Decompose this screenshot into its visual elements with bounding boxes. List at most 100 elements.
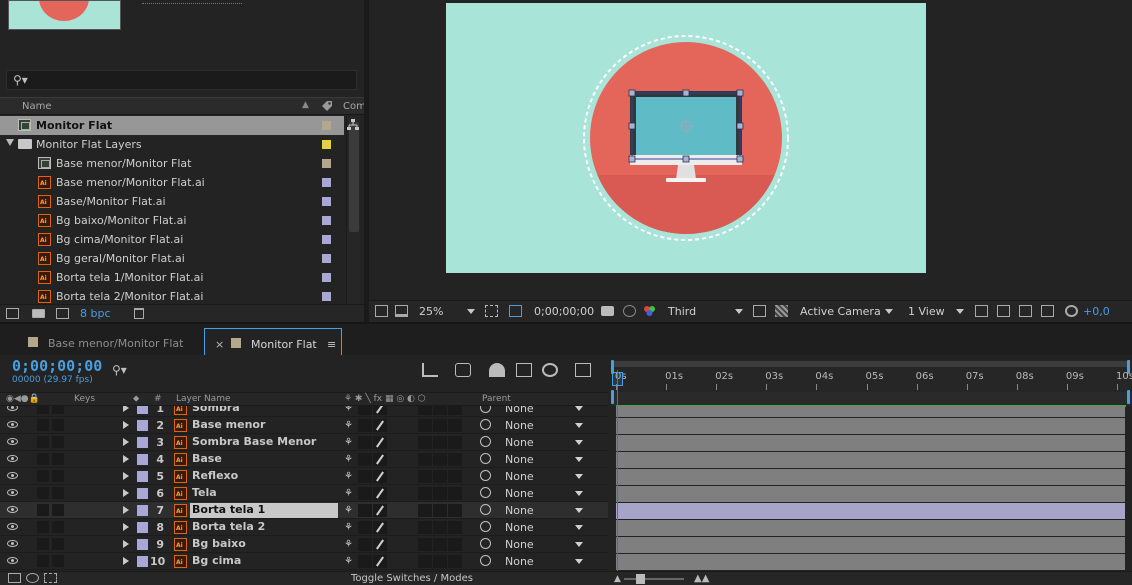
parent-select[interactable]: None — [505, 487, 534, 500]
expand-triangle-icon[interactable] — [123, 557, 129, 565]
effects-switch[interactable] — [418, 487, 432, 500]
parent-select[interactable]: None — [505, 436, 534, 449]
lock-toggle[interactable] — [52, 538, 64, 550]
layer-duration-bar[interactable] — [616, 452, 1125, 468]
label-swatch[interactable] — [322, 121, 331, 130]
collapse-switch[interactable] — [358, 406, 372, 415]
region-of-interest-icon[interactable] — [485, 305, 498, 317]
transparency-icon[interactable] — [775, 305, 788, 317]
flowchart-icon[interactable] — [346, 118, 360, 132]
close-icon[interactable]: × — [215, 338, 224, 351]
adjustment-switch[interactable] — [433, 406, 447, 415]
label-swatch[interactable] — [322, 159, 331, 168]
chevron-down-icon[interactable] — [575, 474, 583, 479]
expand-triangle-icon[interactable] — [123, 455, 129, 463]
quality-switch[interactable] — [373, 453, 387, 466]
trash-icon[interactable] — [134, 308, 144, 319]
expand-triangle-icon[interactable] — [6, 139, 14, 146]
label-swatch[interactable] — [322, 197, 331, 206]
pick-whip-icon[interactable] — [480, 487, 491, 498]
adjustment-switch[interactable] — [433, 436, 447, 449]
project-item[interactable]: Base menor/Monitor Flat.ai — [0, 173, 344, 192]
pick-whip-icon[interactable] — [480, 470, 491, 481]
layer-name[interactable]: Tela — [190, 486, 338, 501]
project-item[interactable]: Bg baixo/Monitor Flat.ai — [0, 211, 344, 230]
effects-switch[interactable] — [418, 419, 432, 432]
collapse-switch[interactable] — [358, 487, 372, 500]
chevron-down-icon[interactable] — [885, 309, 893, 314]
shy-icon[interactable]: ⚘ — [344, 471, 353, 482]
parent-select[interactable]: None — [505, 521, 534, 534]
eye-icon[interactable] — [7, 523, 18, 530]
3d-layer-switch[interactable] — [448, 406, 462, 415]
camera-select[interactable]: Active Camera — [800, 305, 881, 318]
collapse-switch[interactable] — [358, 436, 372, 449]
adjustment-switch[interactable] — [433, 487, 447, 500]
effects-switch[interactable] — [418, 470, 432, 483]
color-channels-icon[interactable] — [643, 305, 656, 317]
zoom-out-icon[interactable]: ▲ — [614, 574, 621, 584]
layer-switches-icon[interactable] — [8, 573, 21, 583]
shy-icon[interactable]: ⚘ — [344, 437, 353, 448]
label-tag-icon[interactable]: ⬥ — [133, 394, 139, 404]
collapse-switch[interactable] — [358, 521, 372, 534]
flowchart-view-icon[interactable] — [1041, 305, 1054, 317]
project-scrollbar[interactable] — [346, 116, 360, 304]
solo-toggle[interactable] — [37, 470, 49, 482]
resolution-select[interactable]: Third — [668, 305, 696, 318]
lock-toggle[interactable] — [52, 453, 64, 465]
pick-whip-icon[interactable] — [480, 555, 491, 566]
lock-toggle[interactable] — [52, 504, 64, 516]
eye-icon[interactable] — [7, 557, 18, 564]
exposure-value[interactable]: +0,0 — [1083, 305, 1110, 318]
parent-select[interactable]: None — [505, 406, 534, 415]
layer-name[interactable]: Base menor — [190, 418, 338, 433]
effects-switch[interactable] — [418, 436, 432, 449]
expand-triangle-icon[interactable] — [123, 421, 129, 429]
3d-layer-switch[interactable] — [448, 504, 462, 517]
time-zoom-slider[interactable] — [624, 574, 684, 584]
show-snapshot-icon[interactable] — [623, 305, 636, 317]
time-navigator[interactable] — [612, 392, 1132, 406]
solo-toggle[interactable] — [37, 504, 49, 516]
current-time-display[interactable]: 0;00;00;00 — [12, 357, 102, 375]
quality-switch[interactable] — [373, 487, 387, 500]
adjustment-switch[interactable] — [433, 470, 447, 483]
in-out-icon[interactable] — [44, 573, 57, 583]
column-keys[interactable]: Keys — [74, 394, 95, 404]
label-swatch[interactable] — [322, 273, 331, 282]
quality-switch[interactable] — [373, 406, 387, 415]
column-comment[interactable]: Com — [343, 101, 366, 112]
solo-toggle[interactable] — [37, 538, 49, 550]
current-time-indicator[interactable] — [612, 372, 623, 386]
project-search-input[interactable]: ⚲▾ — [6, 70, 357, 90]
eye-icon[interactable] — [7, 489, 18, 496]
collapse-switch[interactable] — [358, 453, 372, 466]
label-swatch[interactable] — [322, 178, 331, 187]
views-select[interactable]: 1 View — [908, 305, 945, 318]
effects-switch[interactable] — [418, 453, 432, 466]
new-folder-icon[interactable] — [32, 309, 45, 318]
lock-toggle[interactable] — [52, 436, 64, 448]
parent-select[interactable]: None — [505, 470, 534, 483]
chevron-down-icon[interactable] — [575, 559, 583, 564]
pick-whip-icon[interactable] — [480, 406, 491, 413]
chevron-down-icon[interactable] — [575, 457, 583, 462]
chevron-down-icon[interactable] — [575, 491, 583, 496]
chevron-down-icon[interactable] — [575, 406, 583, 411]
collapse-switch[interactable] — [358, 419, 372, 432]
toggle-switches-modes-button[interactable]: Toggle Switches / Modes — [351, 573, 473, 584]
label-swatch[interactable] — [137, 556, 148, 567]
layer-duration-bar[interactable] — [616, 435, 1125, 451]
layer-duration-bar[interactable] — [616, 503, 1125, 519]
effects-switch[interactable] — [418, 521, 432, 534]
adjustment-switch[interactable] — [433, 419, 447, 432]
3d-layer-switch[interactable] — [448, 487, 462, 500]
parent-select[interactable]: None — [505, 538, 534, 551]
project-item[interactable]: Monitor Flat — [0, 116, 344, 135]
label-swatch[interactable] — [322, 235, 331, 244]
solo-toggle[interactable] — [37, 555, 49, 567]
interpret-footage-icon[interactable] — [6, 308, 19, 319]
label-swatch[interactable] — [137, 505, 148, 516]
3d-layer-switch[interactable] — [448, 453, 462, 466]
